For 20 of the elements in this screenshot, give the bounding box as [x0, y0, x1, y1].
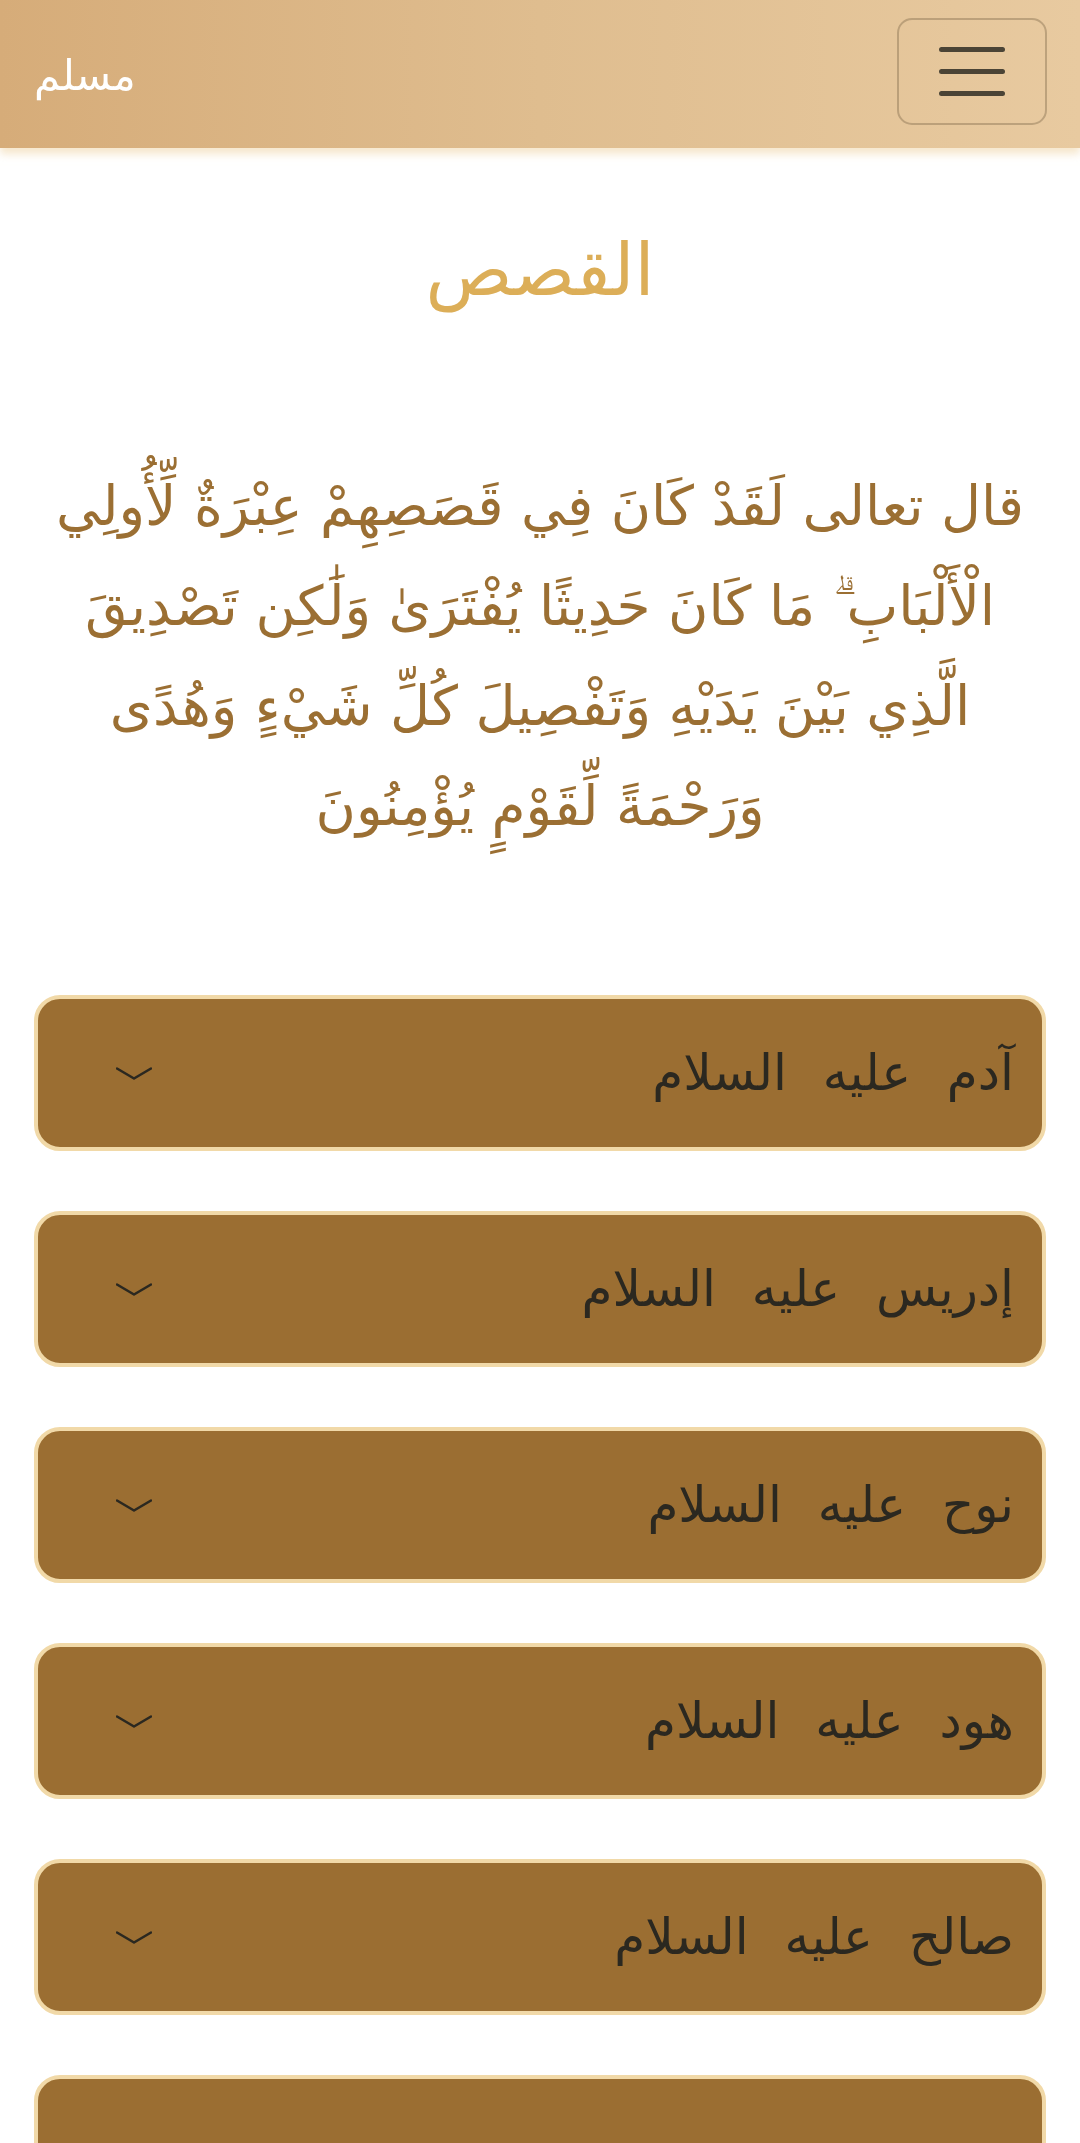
accordion-item[interactable]: آدم عليه السلام: [34, 995, 1046, 1151]
accordion-title: نوح عليه السلام: [647, 1475, 1014, 1536]
verse-text: قال تعالى لَقَدْ كَانَ فِي قَصَصِهِمْ عِبْرَةٌ لِّأُولِي الْأَلْبَابِ ۗ مَا كَانَ حَدِيثًا يُفْتَرَىٰ وَلَٰكِن تَصْدِيقَ الَّذِي بَيْنَ يَدَيْهِ وَتَفْصِيلَ كُلِّ شَيْءٍ وَهُدًى وَرَحْمَةً لِّقَوْمٍ يُؤْمِنُونَ: [34, 456, 1046, 856]
chevron-icon: [116, 1714, 152, 1728]
accordion-title: آدم عليه السلام: [652, 1042, 1014, 1104]
chevron-icon: [116, 1066, 152, 1080]
brand-title[interactable]: مسلم: [34, 46, 136, 106]
chevron-icon: [116, 1282, 152, 1296]
accordion-item[interactable]: صالح عليه السلام: [34, 1859, 1046, 2015]
accordion-item[interactable]: إدريس عليه السلام: [34, 1211, 1046, 1367]
page-title: القصص: [424, 227, 656, 315]
accordion-item[interactable]: نوح عليه السلام: [34, 1427, 1046, 1583]
accordion-title: إدريس عليه السلام: [581, 1259, 1014, 1320]
menu-button[interactable]: [897, 17, 1047, 125]
accordion-item[interactable]: هود عليه السلام: [34, 1643, 1046, 1799]
accordion-title: صالح عليه السلام: [614, 1907, 1014, 1968]
chevron-icon: [116, 1498, 152, 1512]
chevron-icon: [116, 1930, 152, 1944]
menu-icon: [939, 46, 1005, 96]
accordion-title: هود عليه السلام: [644, 1691, 1014, 1752]
